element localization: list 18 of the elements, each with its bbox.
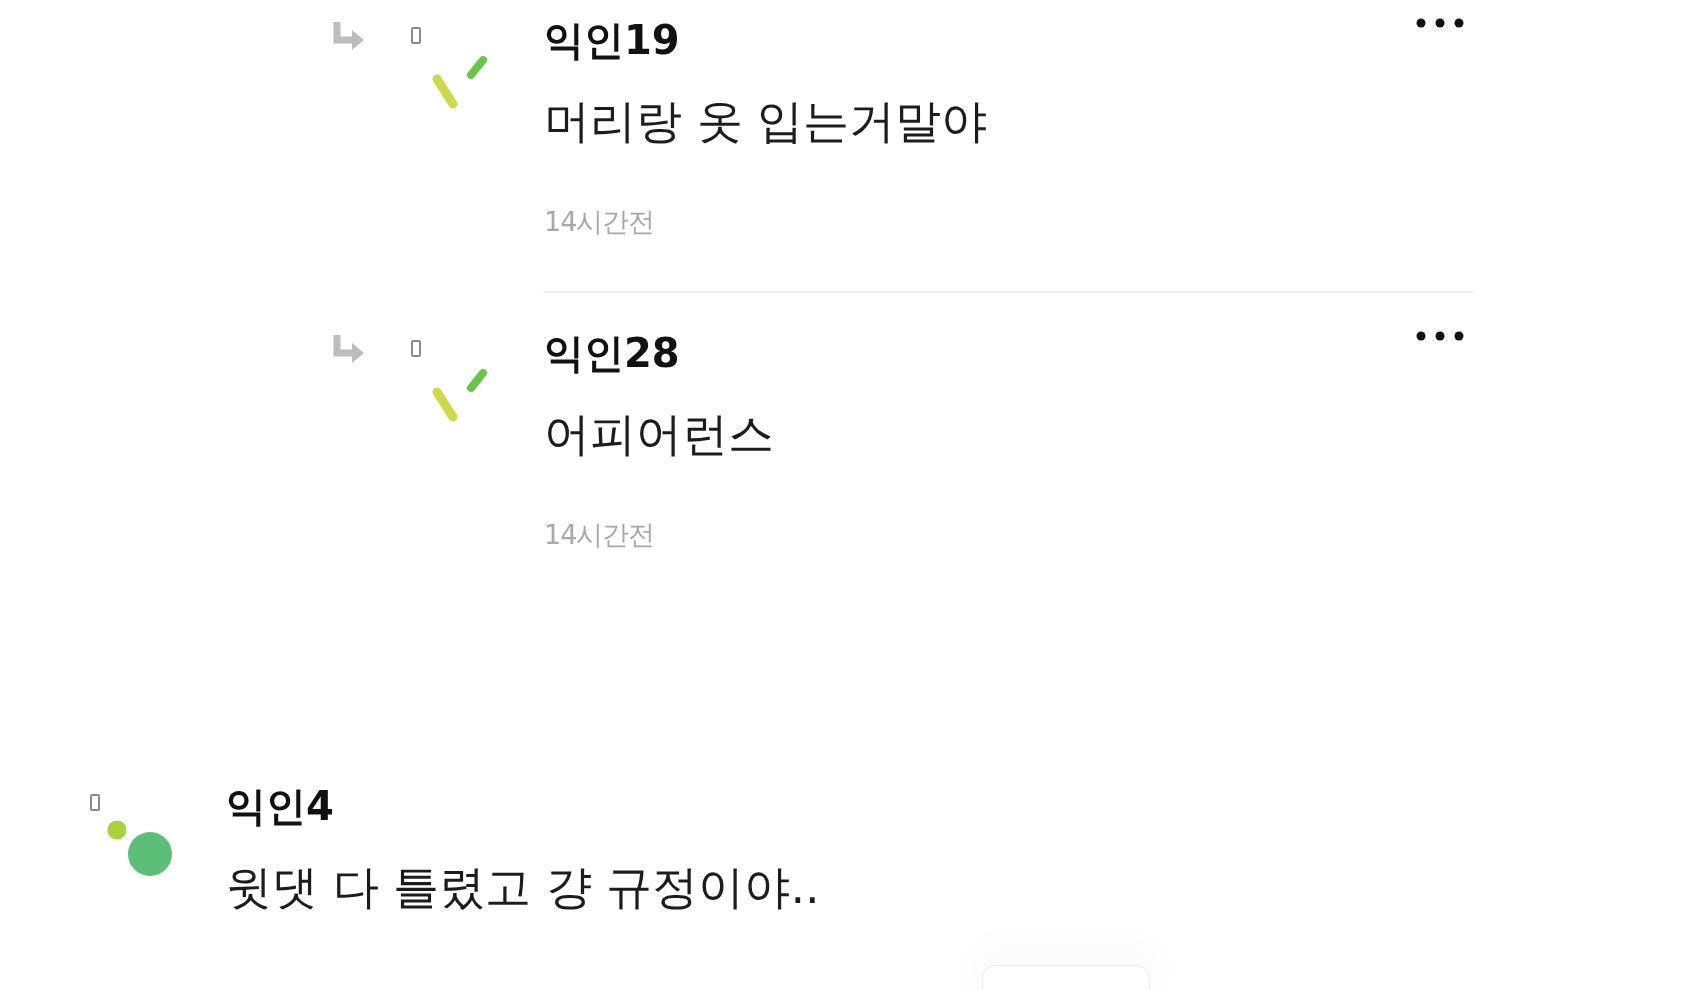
comment-text: 머리랑 옷 입는거말야	[544, 93, 989, 150]
author-name: 익인4	[226, 782, 335, 829]
more-button[interactable]	[1415, 329, 1465, 342]
author-name: 익인19	[544, 17, 681, 63]
glyph-box-icon	[411, 27, 421, 44]
glyph-box-icon	[411, 339, 421, 357]
more-icon	[1415, 329, 1465, 342]
reply-arrow-icon	[331, 332, 365, 364]
author-name: 익인28	[544, 329, 681, 376]
comment-text: 윗댓 다 틀렸고 걍 규정이야..	[226, 858, 821, 916]
more-icon	[1415, 17, 1465, 29]
reply-arrow-icon	[331, 20, 365, 51]
more-button[interactable]	[1415, 17, 1465, 29]
timestamp: 14시간전	[544, 204, 656, 239]
glyph-box-icon	[90, 793, 100, 811]
comment-text: 어피어런스	[544, 405, 775, 463]
timestamp: 14시간전	[544, 517, 656, 552]
avatar-icon	[107, 819, 173, 877]
